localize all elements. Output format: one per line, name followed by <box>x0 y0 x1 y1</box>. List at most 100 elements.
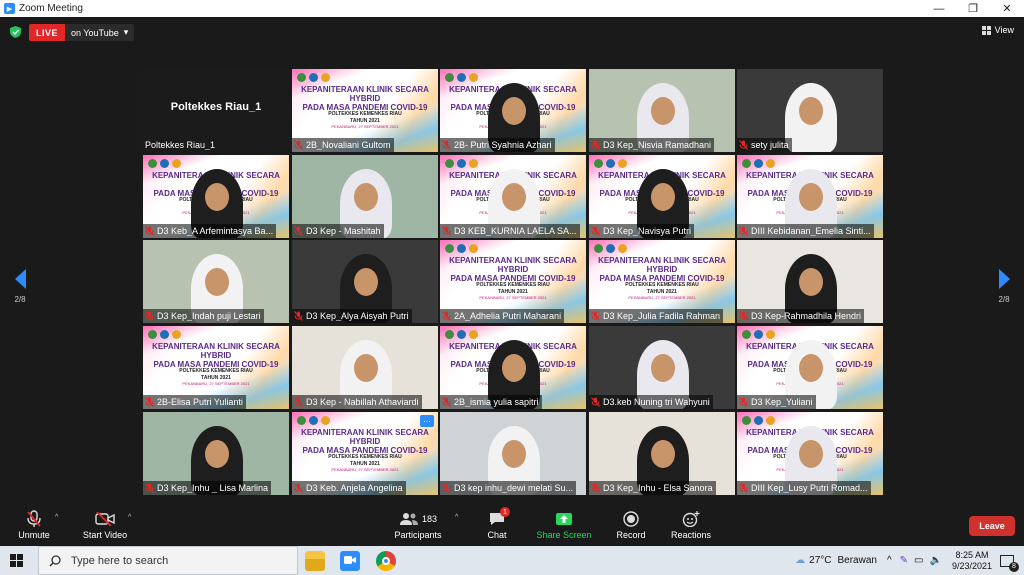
banner-line5: PEKANBARU, 27 SEPTEMBER 2021 <box>479 295 547 300</box>
live-stream-pill[interactable]: LIVE on YouTube ▾ <box>29 24 135 41</box>
previous-page-button[interactable]: 2/8 <box>10 269 30 304</box>
zoom-taskbar-icon[interactable] <box>340 551 360 571</box>
banner-line1: KEPANITERAAN KLINIK SECARA HYBRID <box>301 85 429 103</box>
arrow-right-icon <box>998 269 1010 289</box>
unmute-label: Unmute <box>18 530 50 540</box>
video-tile[interactable]: D3 Kep_Alya Aisyah Putri <box>292 240 438 323</box>
restore-icon[interactable]: ❐ <box>956 0 990 17</box>
muted-mic-icon <box>294 483 303 493</box>
banner-line5: PEKANBARU, 27 SEPTEMBER 2021 <box>182 381 250 386</box>
leave-button[interactable]: Leave <box>969 516 1015 536</box>
muted-mic-icon <box>145 311 154 321</box>
security-shield-icon[interactable] <box>10 26 21 38</box>
video-tile[interactable]: D3 Kep-Rahmadhila Hendri <box>737 240 883 323</box>
video-tile[interactable]: KEPANITERAAN KLINIK SECARA HYBRIDPADA MA… <box>440 155 586 238</box>
video-tile[interactable]: KEPANITERAAN KLINIK SECARA HYBRIDPADA MA… <box>589 240 735 323</box>
banner-line3: POLTEKKES KEMENKES RIAU <box>179 368 253 374</box>
share-screen-button[interactable]: Share Screen <box>535 510 593 540</box>
weather-label[interactable]: Berawan <box>837 555 876 566</box>
muted-mic-icon <box>591 226 600 236</box>
participant-name-bar: D3 Keb. Anjela Angelina <box>292 481 406 495</box>
chat-label: Chat <box>487 530 507 540</box>
muted-mic-icon <box>145 226 154 236</box>
video-tile[interactable]: D3 Kep_Inhu _ Lisa Marlina <box>143 412 289 495</box>
record-button[interactable]: Record <box>613 510 649 540</box>
file-explorer-icon[interactable] <box>305 551 325 571</box>
video-tile[interactable]: D3 kep inhu_dewi melati Su... <box>440 412 586 495</box>
chevron-down-icon: ▾ <box>123 27 129 37</box>
live-label: LIVE <box>29 24 66 41</box>
chat-button[interactable]: 1 Chat <box>482 507 512 540</box>
windows-start-icon[interactable] <box>10 554 23 567</box>
participant-name: D3 Kep_Navisya Putri <box>603 226 692 236</box>
participant-name: Poltekkes Riau_1 <box>145 140 216 150</box>
video-options-caret[interactable]: ^ <box>128 514 131 521</box>
temperature[interactable]: 27°C <box>809 555 831 566</box>
audio-options-caret[interactable]: ^ <box>55 514 58 521</box>
minimize-icon[interactable]: — <box>922 0 956 17</box>
video-tile[interactable]: KEPANITERAAN KLINIK SECARA HYBRIDPADA MA… <box>737 326 883 409</box>
video-tile[interactable]: sety julita <box>737 69 883 152</box>
chevron-up-icon[interactable]: ^ <box>887 555 892 566</box>
video-tile[interactable]: KEPANITERAAN KLINIK SECARA HYBRIDPADA MA… <box>440 69 586 152</box>
reactions-icon <box>682 511 700 527</box>
view-button[interactable]: View <box>981 25 1014 35</box>
banner-line5: PEKANBARU, 27 SEPTEMBER 2021 <box>331 467 399 472</box>
institution-logos <box>148 159 181 168</box>
next-page-button[interactable]: 2/8 <box>994 269 1014 304</box>
participant-name-bar: D3 Keb_A Arfemintasya Ba... <box>143 224 277 238</box>
participant-name-bar: D3.keb Nuning tri Wahyuni <box>589 395 713 409</box>
taskbar-clock[interactable]: 8:25 AM 9/23/2021 <box>952 550 992 572</box>
video-tile-host[interactable]: Poltekkes Riau_1 Poltekkes Riau_1 <box>143 69 289 152</box>
participants-button[interactable]: 183 Participants <box>393 510 443 540</box>
meeting-topbar: LIVE on YouTube ▾ View <box>0 17 1024 47</box>
participants-options-caret[interactable]: ^ <box>455 514 458 521</box>
video-tile[interactable]: KEPANITERAAN KLINIK SECARA HYBRIDPADA MA… <box>143 326 289 409</box>
participant-name: D3 Kep_Inhu _ Lisa Marlina <box>157 483 269 493</box>
muted-mic-icon <box>294 397 303 407</box>
video-tile[interactable]: D3 Kep_Nisvia Ramadhani <box>589 69 735 152</box>
video-tile[interactable]: KEPANITERAAN KLINIK SECARA HYBRIDPADA MA… <box>737 155 883 238</box>
muted-mic-icon <box>294 140 303 150</box>
banner-line3: POLTEKKES KEMENKES RIAU <box>328 454 402 460</box>
taskbar-search-box[interactable]: Type here to search <box>38 546 298 575</box>
video-tile[interactable]: D3 Kep - Mashitah <box>292 155 438 238</box>
unmute-button[interactable]: Unmute <box>14 510 54 540</box>
muted-mic-icon <box>739 226 748 236</box>
clock-time: 8:25 AM <box>955 549 989 560</box>
video-tile[interactable]: KEPANITERAAN KLINIK SECARA HYBRIDPADA MA… <box>737 412 883 495</box>
participant-name: D3 Keb. Anjela Angelina <box>306 483 403 493</box>
participant-name-bar: D3 Kep_Nisvia Ramadhani <box>589 138 715 152</box>
participant-name-bar: D3 Kep_Navisya Putri <box>589 224 695 238</box>
participant-name: D3 Kep-Rahmadhila Hendri <box>751 311 862 321</box>
video-tile[interactable]: KEPANITERAAN KLINIK SECARA HYBRIDPADA MA… <box>292 69 438 152</box>
video-tile[interactable]: D3 Kep_Inhu - Elsa Sanora <box>589 412 735 495</box>
video-tile[interactable]: D3.keb Nuning tri Wahyuni <box>589 326 735 409</box>
participant-name-bar: D3 Kep-Rahmadhila Hendri <box>737 309 865 323</box>
video-tile[interactable]: KEPANITERAAN KLINIK SECARA HYBRIDPADA MA… <box>440 326 586 409</box>
notification-icon[interactable]: 8 <box>1000 554 1019 572</box>
video-tile[interactable]: KEPANITERAAN KLINIK SECARA HYBRIDPADA MA… <box>143 155 289 238</box>
chrome-icon[interactable] <box>376 551 396 571</box>
participant-name: 2A_Adhelia Putri Maharani <box>454 311 562 321</box>
institution-logos <box>445 73 478 82</box>
close-icon[interactable]: ✕ <box>990 0 1024 17</box>
tile-more-options-button[interactable]: ... <box>420 415 434 427</box>
video-tile[interactable]: D3 Kep_Indah puji Lestari <box>143 240 289 323</box>
reactions-button[interactable]: Reactions <box>668 510 714 540</box>
speaker-icon[interactable]: 🔈 <box>930 555 942 566</box>
stream-target[interactable]: on YouTube ▾ <box>65 24 135 41</box>
participant-name-bar: D3 Kep_Julia Fadila Rahman <box>589 309 724 323</box>
pen-icon[interactable]: ✎ <box>900 555 908 566</box>
video-tile[interactable]: KEPANITERAAN KLINIK SECARA HYBRIDPADA MA… <box>440 240 586 323</box>
network-icon[interactable]: ▭ <box>914 555 923 566</box>
participants-label: Participants <box>394 530 442 540</box>
participant-name: D3 Kep_Inhu - Elsa Sanora <box>603 483 713 493</box>
video-tile[interactable]: D3 Kep - Nabillah Athaviardi <box>292 326 438 409</box>
participants-icon <box>399 513 418 525</box>
participant-name-bar: D3 Kep_Alya Aisyah Putri <box>292 309 412 323</box>
participant-count: 183 <box>421 514 438 524</box>
video-tile[interactable]: KEPANITERAAN KLINIK SECARA HYBRIDPADA MA… <box>589 155 735 238</box>
video-tile[interactable]: KEPANITERAAN KLINIK SECARA HYBRIDPADA MA… <box>292 412 438 495</box>
start-video-button[interactable]: Start Video <box>80 510 130 540</box>
